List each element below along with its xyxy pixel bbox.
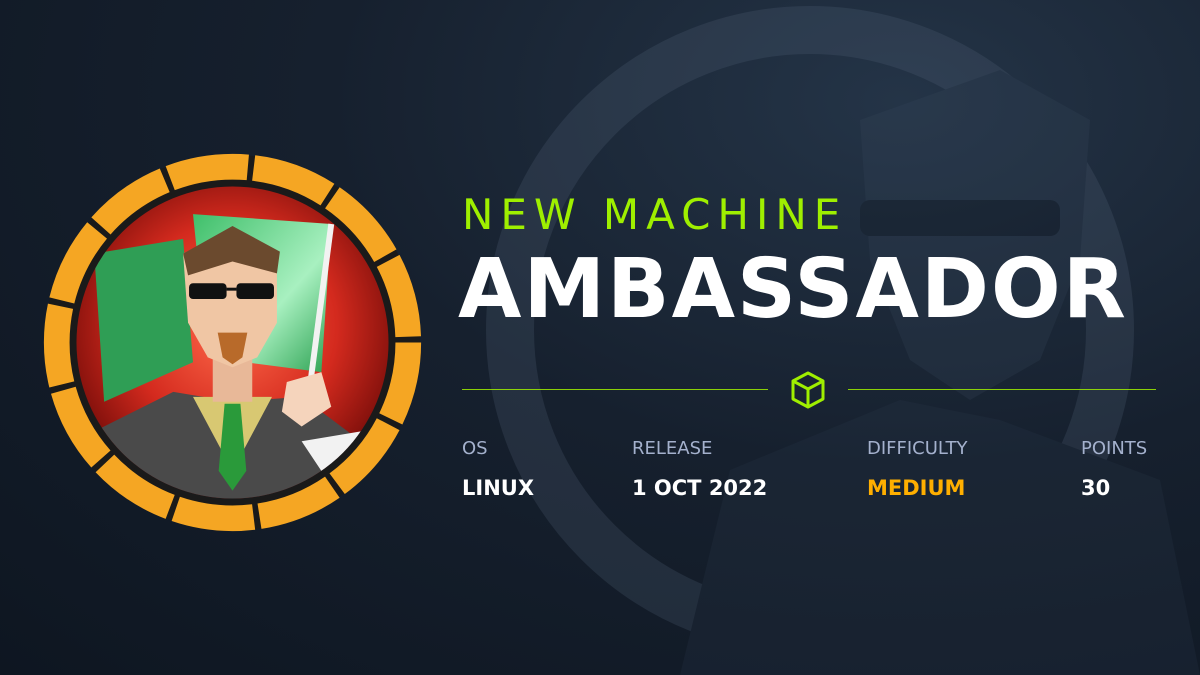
- release-value: 1 OCT 2022: [632, 476, 768, 500]
- machine-name: AMBASSADOR: [458, 242, 1128, 337]
- machine-avatar-badge: [43, 153, 422, 532]
- difficulty-value: MEDIUM: [867, 476, 966, 500]
- os-label: OS: [462, 438, 488, 459]
- release-label: RELEASE: [632, 438, 713, 459]
- headline: NEW MACHINE: [462, 190, 848, 239]
- background-illustration: [486, 6, 1200, 675]
- cube-icon: [791, 371, 825, 409]
- difficulty-label: DIFFICULTY: [867, 438, 968, 459]
- os-value: LINUX: [462, 476, 535, 500]
- divider-line-right: [848, 389, 1156, 390]
- points-label: POINTS: [1081, 438, 1148, 459]
- points-value: 30: [1081, 476, 1111, 500]
- divider-line-left: [462, 389, 768, 390]
